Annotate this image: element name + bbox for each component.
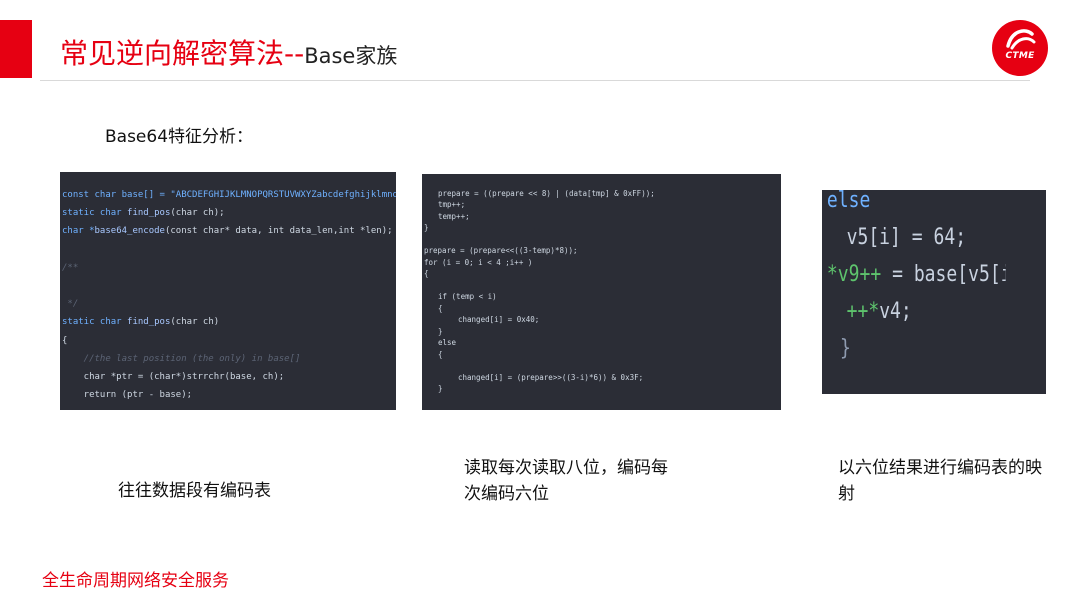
- code-token: v5[i] = 64;: [846, 225, 967, 250]
- logo-text: CTME: [1005, 51, 1035, 61]
- code-screenshot-encoding-table: const char base[] = "ABCDEFGHIJKLMNOPQRS…: [60, 172, 396, 410]
- footer-slogan: 全生命周期网络安全服务: [42, 571, 229, 591]
- ctme-logo: CTME: [992, 20, 1048, 76]
- code-token: const char base[] = "ABCDEFGHIJKLMNOPQRS…: [62, 190, 396, 200]
- code-token: (const char* data, int data_len,int *len…: [164, 226, 393, 237]
- code-token: find_pos: [127, 317, 171, 328]
- code-token: find_pos: [127, 208, 171, 219]
- title-suffix: Base家族: [304, 44, 398, 68]
- code-token: ++: [846, 299, 869, 324]
- code-token: v9++: [837, 262, 882, 287]
- title-divider: [40, 80, 1030, 81]
- code-line: *v9++ = base[v5[i]];: [822, 256, 1006, 293]
- code-line: else: [438, 338, 457, 347]
- code-line: {: [424, 269, 429, 278]
- title-main: 常见逆向解密算法--: [60, 37, 305, 70]
- code-line: ++*v4;: [822, 293, 1006, 330]
- code-line: static char find_pos(char ch);: [60, 204, 396, 222]
- code-line: }: [438, 384, 443, 393]
- code-token: base64_encode: [94, 226, 165, 237]
- code-line: temp++;: [438, 211, 470, 221]
- code-token: static char: [62, 208, 128, 219]
- caption-encoding-table: 往往数据段有编码表: [118, 481, 271, 501]
- code-line: char *ptr = (char*)strrchr(base, ch);: [62, 372, 285, 383]
- code-line: static char find_pos(char ch): [60, 313, 396, 331]
- code-line: char *base64_encode(const char* data, in…: [60, 222, 396, 240]
- code-line: if (temp < i): [438, 292, 497, 301]
- code-screenshot-bit-processing: prepare = ((prepare << 8) | (data[tmp] &…: [422, 174, 781, 410]
- section-subtitle: Base64特征分析：: [105, 127, 254, 147]
- code-line: }: [424, 223, 429, 232]
- page-title: 常见逆向解密算法--Base家族: [60, 34, 397, 76]
- code-token: *: [826, 262, 838, 287]
- code-line: return (ptr - base);: [62, 390, 193, 401]
- code-line: /**: [62, 262, 79, 273]
- caption-table-mapping: 以六位结果进行编码表的映射: [838, 458, 1042, 504]
- code-line: {: [438, 349, 443, 359]
- code-line: //the last position (the only) in base[]: [62, 353, 301, 364]
- code-token: (char ch);: [170, 208, 225, 219]
- code-line: const char base[] = "ABCDEFGHIJKLMNOPQRS…: [60, 186, 396, 204]
- code-line: {: [438, 303, 443, 313]
- code-line: else: [822, 190, 1006, 219]
- code-screenshot-table-mapping: else v5[i] = 64; *v9++ = base[v5[i]]; ++…: [822, 190, 1046, 394]
- code-token: else: [826, 190, 871, 213]
- code-line: tmp++;: [438, 200, 466, 209]
- caption-bit-processing: 读取每次读取八位，编码每次编码六位: [464, 458, 668, 504]
- code-line: {: [62, 335, 68, 346]
- code-token: *: [868, 299, 880, 324]
- code-line: prepare = (prepare<<((3-temp)*8));: [424, 246, 578, 255]
- code-line: changed[i] = (prepare>>((3-i)*6)) & 0x3F…: [458, 372, 644, 382]
- code-line: }: [840, 336, 851, 361]
- header-accent-bar: [0, 20, 32, 78]
- code-line: */: [62, 299, 79, 310]
- code-token: static char: [62, 317, 128, 328]
- code-token: (char ch): [170, 317, 220, 328]
- code-line: }: [438, 326, 443, 336]
- code-token: = base[v5[i]];: [892, 262, 1006, 287]
- code-line: prepare = ((prepare << 8) | (data[tmp] &…: [438, 188, 655, 198]
- code-line: v5[i] = 64;: [822, 219, 1006, 256]
- code-token: char *: [62, 226, 95, 237]
- code-token: v4;: [879, 299, 912, 324]
- code-line: changed[i] = 0x40;: [458, 315, 540, 324]
- code-line: for (i = 0; i < 4 ;i++ ): [424, 257, 533, 267]
